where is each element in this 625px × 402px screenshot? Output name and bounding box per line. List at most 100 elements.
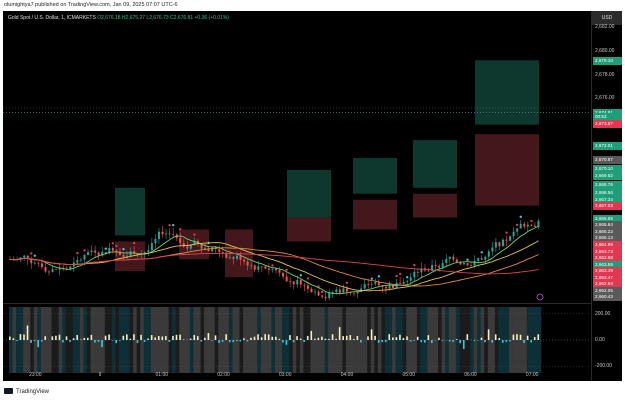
signal-dot [83,249,86,252]
time-axis[interactable]: 23:00 9 01:00 02:00 03:00 04:00 05:00 06:00 07:0… [3,372,591,381]
candle-body [434,265,437,266]
osc-bar [314,338,316,340]
osc-bar [512,334,515,340]
osc-bar [413,340,415,341]
candle-body [491,247,494,252]
candle-body [338,289,341,293]
osc-bar [225,334,227,340]
osc-bar [211,340,213,341]
candle-body [356,291,359,294]
osc-bar [487,329,490,340]
osc-bar [257,334,259,340]
candle-body [111,247,114,251]
osc-bar [491,340,493,343]
zone-box-4 [287,169,331,218]
osc-bar [296,336,298,340]
candle-body [384,286,387,289]
candle-body [409,277,412,281]
signal-dot [171,223,175,227]
signal-dot [530,219,533,223]
candle-body [445,258,448,263]
candle-body [257,266,260,270]
candle-body [477,258,480,261]
candle-body [218,249,221,253]
osc-bar [438,337,440,340]
time-tick-label: 23:00 [29,372,42,378]
candle-body [427,270,430,272]
candle-body [470,265,473,267]
osc-bar [214,335,217,340]
osc-bar [69,340,71,342]
price-tag-label: 2,660.43 [593,293,622,302]
candle-body [480,258,483,260]
candle-body [335,289,338,293]
candle-body [466,263,469,266]
osc-bar [232,340,235,343]
signal-dot [30,252,33,255]
candle-body [285,276,288,282]
osc-bar [26,325,29,340]
candle-body [299,280,302,285]
candle-body [402,281,405,284]
candle-body [122,254,125,258]
chart-canvas[interactable] [3,11,591,381]
osc-bar [516,334,518,340]
osc-bar [409,340,412,342]
osc-bar [118,340,121,341]
osc-bar [193,334,196,340]
osc-bar [83,338,86,340]
time-tick-label: 9 [98,372,102,378]
signal-dot [271,264,274,267]
osc-bar [462,340,465,350]
candle-body [147,250,150,253]
osc-bar [494,334,497,340]
osc-bar [136,340,139,344]
osc-bar [523,340,525,343]
candle-body [345,288,348,292]
time-tick-label: 06:00 [464,372,477,378]
osc-bar [388,334,391,340]
osc-bar [72,338,75,340]
signal-dot [413,263,416,267]
osc-bar [480,337,483,340]
osc-bar [367,336,369,340]
signal-dot [515,223,519,227]
candle-body [296,280,299,285]
candle-body [533,225,536,227]
osc-bar [16,340,18,341]
price-tick-label: 2,682.00 [595,23,615,30]
osc-bar [360,340,362,343]
zone-box-8 [413,140,457,188]
osc-bar [299,338,302,340]
price-tag-label: 2,669.52 [593,171,622,180]
candle-body [455,259,458,263]
candle-body [228,256,231,258]
candle-body [172,234,175,235]
osc-bar [509,340,511,342]
oscillator-tick-label: 200.00 [595,310,611,317]
osc-bar [420,340,423,343]
price-tick-label: 2,676.00 [595,95,615,102]
osc-bar [58,334,61,340]
price-axis[interactable]: USD 2,682.00 2,680.00 2,678.00 2,676.00 2,67… [591,11,622,381]
candle-body [289,281,292,283]
signal-dot [406,276,409,279]
symbol-title: Gold Spot / U.S. Dollar, 1, ICMARKETS [8,15,96,21]
osc-bar [33,340,36,341]
time-tick-label: 05:00 [402,372,415,378]
price-chart[interactable] [3,11,591,381]
osc-bar [452,340,454,342]
osc-bar [235,340,238,342]
candle-body [537,220,540,227]
signal-dot [395,274,398,278]
ohlc-values: O2,676.18 H2,675.27 L2,676.73 C2,676.81 … [97,15,229,21]
candle-body [438,265,441,268]
signal-dot [345,281,349,285]
osc-bar [189,338,192,340]
time-tick-label: 03:00 [278,372,292,378]
candle-body [260,266,263,268]
osc-bar [94,340,96,343]
candle-body [501,239,504,247]
osc-bar [37,340,39,348]
osc-bar [455,339,458,340]
